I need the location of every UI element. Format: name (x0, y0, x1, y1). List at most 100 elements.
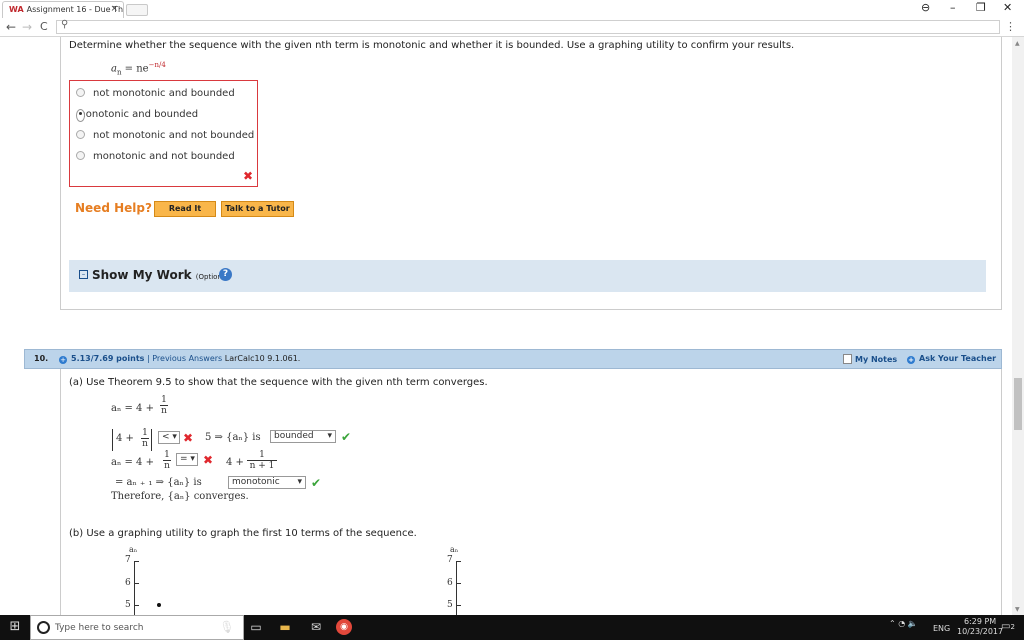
graph2-tick-7: 7 (447, 555, 453, 565)
windows-start-icon[interactable]: ⊞ (7, 619, 23, 635)
menu-icon[interactable]: ⋮ (1005, 20, 1016, 33)
graph1-tick-7: 7 (125, 555, 131, 565)
inequality-select-1[interactable]: < ▾ (158, 431, 180, 444)
graph1-point (157, 603, 161, 607)
abs-frac: 1n (141, 428, 149, 449)
minimize-icon[interactable]: – (950, 1, 956, 14)
graph2-y-axis (456, 561, 457, 615)
choice-0[interactable]: not monotonic and bounded (76, 88, 235, 99)
reload-icon[interactable]: C (40, 20, 48, 33)
radio-3[interactable] (76, 151, 85, 160)
help-icon[interactable]: ? (219, 268, 232, 281)
notification-count: 2 (1010, 623, 1015, 631)
mail-icon[interactable]: ✉ (308, 619, 324, 635)
scroll-down-icon[interactable]: ▼ (1015, 606, 1020, 613)
ask-teacher-label: Ask Your Teacher (919, 354, 997, 363)
points-value: 5.13/7.69 points (71, 354, 145, 363)
ask-teacher-link[interactable]: + Ask Your Teacher (907, 354, 996, 364)
an-definition: aₙ = 4 + (111, 403, 154, 414)
graph1-tick-6: 6 (125, 578, 131, 588)
choice-2[interactable]: not monotonic and not bounded (76, 130, 254, 141)
points-line: +5.13/7.69 points | Previous Answers Lar… (59, 354, 300, 364)
part-b-prompt: (b) Use a graphing utility to graph the … (69, 528, 417, 539)
choice-1[interactable]: monotonic and bounded (76, 109, 198, 122)
choice-3[interactable]: monotonic and not bounded (76, 151, 235, 162)
page-scrollbar[interactable]: ▲ ▼ (1012, 37, 1024, 615)
graph2-tick-mark (457, 605, 461, 606)
bounded-select[interactable]: bounded ▾ (270, 430, 336, 443)
frac2-den: n + 1 (249, 461, 275, 471)
monotonic-select[interactable]: monotonic ▾ (228, 476, 306, 489)
microphone-icon[interactable]: 🎙 (219, 619, 235, 635)
bounded-implication: 5 ⇒ {aₙ} is (205, 432, 261, 443)
graph1-axis-label: aₙ (129, 545, 138, 554)
graph1-tick-5: 5 (125, 600, 131, 610)
q9-formula: an = ne−n/4 (111, 61, 166, 76)
show-my-work-panel[interactable]: – Show My Work (Optional) ? (69, 260, 986, 292)
clock[interactable]: 6:29 PM 10/23/2017 (957, 617, 1003, 637)
graph1-tick-mark (135, 561, 139, 562)
radio-2[interactable] (76, 130, 85, 139)
graph2-tick-mark (457, 583, 461, 584)
abs-frac-den: n (142, 439, 148, 449)
tray-icons[interactable]: ⌃ ◔ 🔈 (889, 619, 918, 628)
dropdown-arrow-icon-2: ▾ (297, 477, 302, 487)
restore-icon[interactable]: ❐ (976, 1, 986, 14)
inequality-select-2[interactable]: = ▾ (176, 453, 198, 466)
scroll-thumb[interactable] (1014, 378, 1022, 430)
read-it-button[interactable]: Read It (154, 201, 216, 217)
browser-tab[interactable]: WA Assignment 16 - Due Th × (2, 1, 124, 18)
frac1-den: n (161, 406, 167, 416)
talk-to-tutor-button[interactable]: Talk to a Tutor (221, 201, 294, 217)
formula-exponent: −n/4 (148, 61, 166, 69)
abs-frac-num: 1 (141, 428, 149, 439)
choice-3-label: monotonic and not bounded (93, 151, 235, 162)
radio-1[interactable] (76, 109, 85, 122)
frac1b: 1n (163, 450, 171, 471)
monotonic-implication: = aₙ ₊ ₁ ⇒ {aₙ} is (115, 477, 202, 488)
notification-icon[interactable]: ▭2 (1001, 621, 1015, 632)
notes-icon (843, 354, 852, 364)
new-tab-button[interactable] (126, 4, 148, 16)
frac1b-den: n (164, 461, 170, 471)
clock-date: 10/23/2017 (957, 627, 1004, 636)
collapse-toggle-icon[interactable]: – (79, 270, 88, 279)
frac1: 1n (160, 395, 168, 416)
file-explorer-icon[interactable]: ▬ (277, 619, 293, 635)
graph2-tick-5: 5 (447, 600, 453, 610)
chrome-icon[interactable]: ◉ (336, 619, 352, 635)
correct-icon-2: ✔ (311, 476, 322, 490)
question-10-header: 10. +5.13/7.69 points | Previous Answers… (24, 349, 1002, 369)
language-indicator[interactable]: ENG (933, 624, 950, 633)
previous-answers-link[interactable]: | Previous Answers (147, 354, 222, 363)
select2-value: = (180, 454, 188, 464)
my-notes-link[interactable]: My Notes (843, 354, 897, 364)
scroll-up-icon[interactable]: ▲ (1015, 40, 1020, 47)
expand-plus-icon[interactable]: + (59, 356, 67, 364)
frac2-num: 1 (247, 450, 277, 461)
therefore-line: Therefore, {aₙ} converges. (111, 491, 249, 502)
problem-code: LarCalc10 9.1.061. (224, 354, 301, 363)
my-notes-label: My Notes (855, 355, 898, 364)
need-help-label: Need Help? (75, 201, 152, 215)
task-view-icon[interactable]: ▭ (248, 619, 264, 635)
correct-icon-1: ✔ (341, 430, 352, 444)
dropdown-arrow-icon: ▾ (327, 431, 332, 441)
incorrect-icon: ✖ (243, 169, 254, 183)
show-my-work-title: Show My Work (Optional) (92, 268, 231, 282)
address-bar: ← → C ⚲ ⋮ (0, 18, 1024, 37)
taskbar-search-input[interactable]: Type here to search (30, 615, 244, 640)
choice-2-label: not monotonic and not bounded (93, 130, 255, 141)
an-def-text: aₙ = 4 + (111, 403, 154, 414)
graph2-tick-6: 6 (447, 578, 453, 588)
graph2-tick-mark (457, 561, 461, 562)
tab-close-icon[interactable]: × (110, 4, 118, 14)
graph1-tick-mark (135, 583, 139, 584)
forward-icon[interactable]: → (22, 20, 32, 34)
graph2-axis-label: aₙ (450, 545, 459, 554)
profile-icon[interactable]: ⊖ (921, 1, 930, 14)
back-icon[interactable]: ← (6, 20, 16, 34)
radio-0[interactable] (76, 88, 85, 97)
omnibox-input[interactable]: ⚲ (56, 19, 1000, 34)
close-window-icon[interactable]: ✕ (1003, 1, 1012, 14)
